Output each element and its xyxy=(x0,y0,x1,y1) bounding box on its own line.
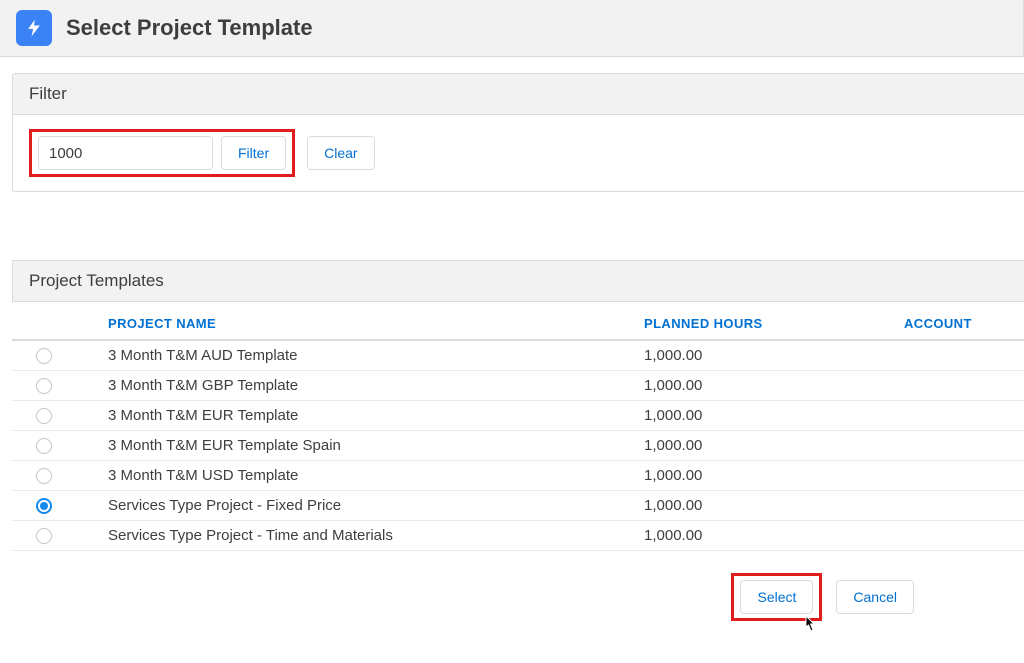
filter-panel-body: Filter Clear xyxy=(13,115,1024,191)
page-header-bar: Select Project Template xyxy=(0,0,1024,57)
row-project-name: 3 Month T&M EUR Template Spain xyxy=(72,437,644,454)
row-radio[interactable] xyxy=(36,498,52,514)
column-header-account: ACCOUNT xyxy=(904,316,1024,331)
table-row[interactable]: 3 Month T&M USD Template1,000.00 xyxy=(12,461,1024,491)
row-planned-hours: 1,000.00 xyxy=(644,407,904,424)
column-header-hours: PLANNED HOURS xyxy=(644,316,904,331)
table-row[interactable]: Services Type Project - Fixed Price1,000… xyxy=(12,491,1024,521)
row-radio[interactable] xyxy=(36,528,52,544)
table-row[interactable]: 3 Month T&M AUD Template1,000.00 xyxy=(12,341,1024,371)
filter-input[interactable] xyxy=(38,136,213,170)
templates-table-header: PROJECT NAME PLANNED HOURS ACCOUNT xyxy=(12,308,1024,341)
page-title: Select Project Template xyxy=(66,15,313,41)
row-planned-hours: 1,000.00 xyxy=(644,347,904,364)
row-radio[interactable] xyxy=(36,438,52,454)
filter-input-highlight: Filter xyxy=(29,129,295,177)
table-row[interactable]: Services Type Project - Time and Materia… xyxy=(12,521,1024,551)
row-project-name: 3 Month T&M USD Template xyxy=(72,467,644,484)
row-radio[interactable] xyxy=(36,378,52,394)
cancel-button[interactable]: Cancel xyxy=(836,580,914,614)
row-planned-hours: 1,000.00 xyxy=(644,467,904,484)
row-radio[interactable] xyxy=(36,468,52,484)
row-planned-hours: 1,000.00 xyxy=(644,527,904,544)
filter-panel: Filter Filter Clear xyxy=(12,73,1024,192)
row-project-name: Services Type Project - Time and Materia… xyxy=(72,527,644,544)
row-project-name: 3 Month T&M GBP Template xyxy=(72,377,644,394)
row-radio[interactable] xyxy=(36,348,52,364)
templates-table-body: 3 Month T&M AUD Template1,000.003 Month … xyxy=(12,341,1024,551)
select-button[interactable]: Select xyxy=(740,580,813,614)
clear-button[interactable]: Clear xyxy=(307,136,374,170)
table-row[interactable]: 3 Month T&M GBP Template1,000.00 xyxy=(12,371,1024,401)
table-row[interactable]: 3 Month T&M EUR Template1,000.00 xyxy=(12,401,1024,431)
select-button-highlight: Select xyxy=(731,573,822,621)
column-header-name: PROJECT NAME xyxy=(72,316,644,331)
row-radio[interactable] xyxy=(36,408,52,424)
templates-panel-title: Project Templates xyxy=(12,260,1024,302)
footer-actions: Select Cancel xyxy=(12,551,1024,621)
filter-button[interactable]: Filter xyxy=(221,136,286,170)
row-project-name: 3 Month T&M EUR Template xyxy=(72,407,644,424)
row-project-name: 3 Month T&M AUD Template xyxy=(72,347,644,364)
templates-panel: Project Templates PROJECT NAME PLANNED H… xyxy=(12,220,1024,621)
page-container: Select Project Template Filter Filter Cl… xyxy=(0,0,1024,663)
row-project-name: Services Type Project - Fixed Price xyxy=(72,497,644,514)
row-planned-hours: 1,000.00 xyxy=(644,377,904,394)
lightning-icon xyxy=(16,10,52,46)
table-row[interactable]: 3 Month T&M EUR Template Spain1,000.00 xyxy=(12,431,1024,461)
row-planned-hours: 1,000.00 xyxy=(644,497,904,514)
filter-panel-title: Filter xyxy=(13,74,1024,115)
row-planned-hours: 1,000.00 xyxy=(644,437,904,454)
